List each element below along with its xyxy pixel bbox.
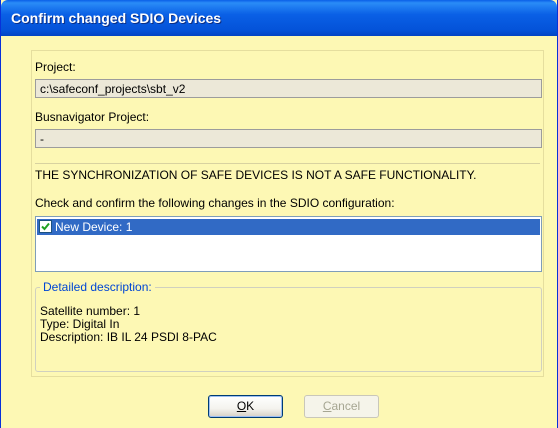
dialog-title: Confirm changed SDIO Devices bbox=[11, 10, 222, 26]
type-text: Type: Digital In bbox=[40, 317, 120, 331]
instruction-text: Check and confirm the following changes … bbox=[35, 196, 395, 210]
safety-warning-text: THE SYNCHRONIZATION OF SAFE DEVICES IS N… bbox=[35, 168, 477, 182]
project-field[interactable]: c:\safeconf_projects\sbt_v2 bbox=[35, 79, 542, 98]
satellite-number-text: Satellite number: 1 bbox=[40, 304, 141, 318]
ok-button[interactable]: OK bbox=[208, 395, 283, 418]
detailed-description-group: Detailed description: Satellite number: … bbox=[35, 280, 542, 372]
description-text: Description: IB IL 24 PSDI 8-PAC bbox=[40, 330, 217, 344]
device-list[interactable]: New Device: 1 bbox=[35, 216, 542, 272]
warning-box: THE SYNCHRONIZATION OF SAFE DEVICES IS N… bbox=[35, 163, 540, 212]
ok-mnemonic: O bbox=[236, 399, 247, 413]
device-checkbox[interactable] bbox=[39, 220, 52, 233]
cancel-button[interactable]: Cancel bbox=[304, 395, 379, 418]
checkmark-icon bbox=[41, 222, 50, 231]
device-label: New Device: 1 bbox=[55, 220, 133, 234]
busnavigator-field[interactable]: - bbox=[35, 129, 542, 148]
title-bar[interactable]: Confirm changed SDIO Devices bbox=[1, 0, 557, 36]
busnavigator-label: Busnavigator Project: bbox=[35, 110, 150, 124]
group-legend: Detailed description: bbox=[40, 280, 155, 294]
confirm-dialog: Confirm changed SDIO Devices Project: c:… bbox=[0, 0, 558, 428]
list-item[interactable]: New Device: 1 bbox=[37, 219, 540, 235]
project-label: Project: bbox=[35, 60, 76, 74]
ok-label-rest: K bbox=[246, 399, 255, 413]
cancel-label-rest: ancel bbox=[331, 399, 361, 413]
